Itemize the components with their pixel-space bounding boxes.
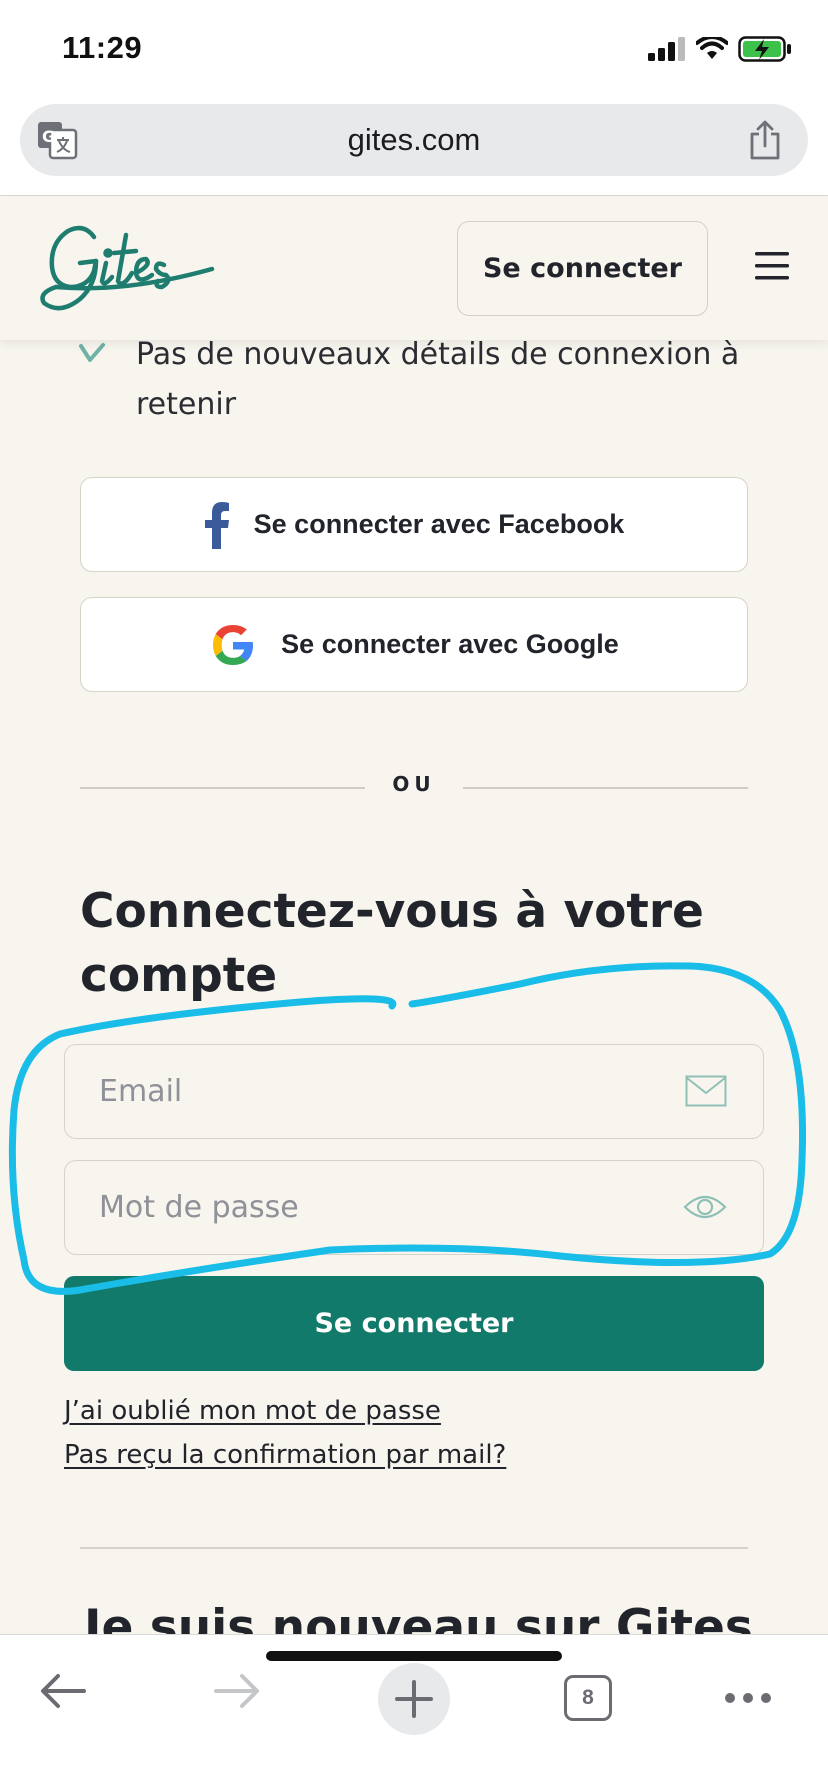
divider-text: OU: [392, 772, 436, 796]
facebook-icon: [204, 501, 229, 549]
password-field-container[interactable]: [64, 1160, 764, 1255]
url-bar[interactable]: G gites.com: [20, 104, 808, 176]
login-title: Connectez-vous à votre compte: [80, 884, 704, 1003]
section-divider: [80, 1547, 748, 1549]
status-bar: 11:29: [0, 0, 828, 100]
google-login-label: Se connecter avec Google: [281, 629, 619, 659]
home-indicator: [266, 1651, 562, 1661]
google-login-button[interactable]: Se connecter avec Google: [80, 597, 748, 692]
check-icon: [78, 342, 106, 368]
status-time: 11:29: [62, 30, 143, 65]
forgot-password-link[interactable]: J’ai oublié mon mot de passe: [64, 1396, 441, 1426]
gites-logo-mark: [40, 225, 215, 311]
new-tab-button[interactable]: [378, 1663, 450, 1735]
envelope-icon: [685, 1075, 727, 1111]
benefit-text: Pas de nouveaux détails de connexion à r…: [136, 337, 740, 422]
gites-logo[interactable]: [36, 215, 216, 323]
email-field[interactable]: [65, 1045, 763, 1138]
back-arrow-icon[interactable]: [38, 1671, 88, 1715]
hamburger-menu-icon[interactable]: [755, 251, 789, 285]
divider-line-right: [463, 787, 748, 789]
forward-arrow-icon[interactable]: [212, 1671, 262, 1715]
battery-charging-icon: [738, 36, 791, 62]
browser-url-area: G gites.com: [0, 100, 828, 196]
eye-icon[interactable]: [683, 1191, 727, 1227]
facebook-login-button[interactable]: Se connecter avec Facebook: [80, 477, 748, 572]
share-icon[interactable]: [748, 120, 782, 164]
plus-icon: [395, 1680, 433, 1718]
password-field[interactable]: [65, 1161, 763, 1254]
cellular-signal-icon: [648, 37, 685, 61]
more-icon[interactable]: [724, 1689, 772, 1708]
wifi-icon: [696, 37, 728, 59]
site-header: Se connecter: [0, 197, 828, 340]
google-icon: [213, 624, 254, 665]
email-field-container[interactable]: [64, 1044, 764, 1139]
tabs-icon[interactable]: 8: [564, 1675, 612, 1721]
or-divider: OU: [80, 770, 748, 800]
submit-login-button[interactable]: Se connecter: [64, 1276, 764, 1371]
facebook-login-label: Se connecter avec Facebook: [253, 509, 625, 539]
url-text[interactable]: gites.com: [20, 122, 808, 158]
status-icons: [648, 36, 792, 62]
resend-confirmation-link[interactable]: Pas reçu la confirmation par mail?: [64, 1440, 506, 1470]
header-login-button[interactable]: Se connecter: [457, 221, 708, 316]
